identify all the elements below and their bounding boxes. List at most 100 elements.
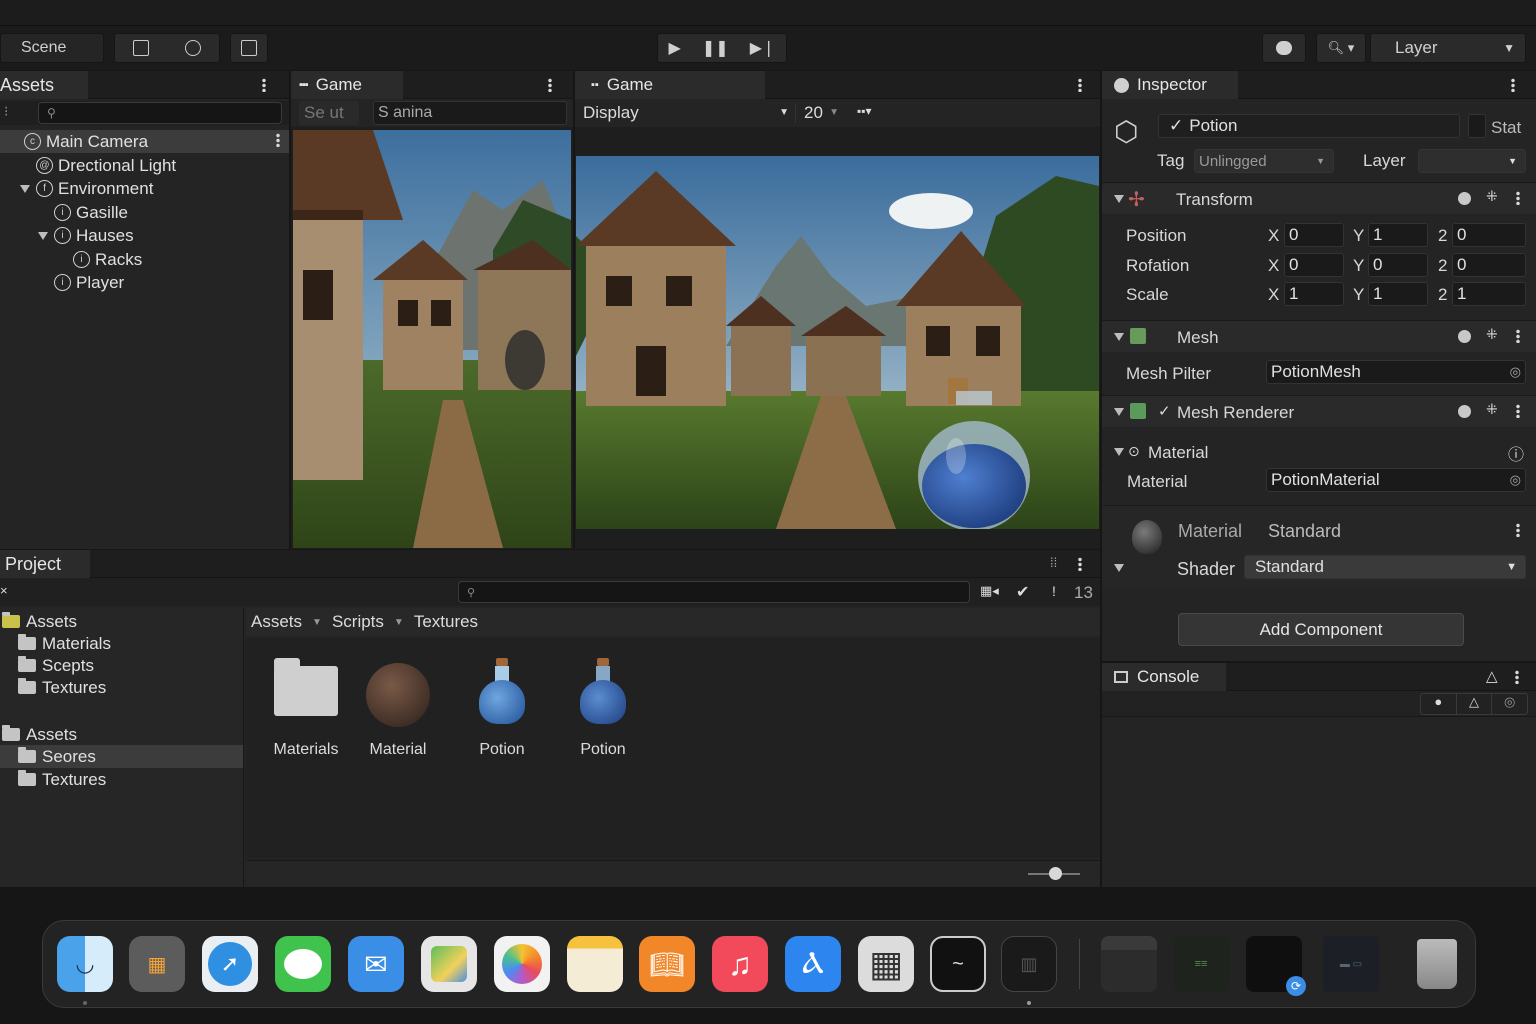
scale-x-field[interactable]: 1 — [1284, 282, 1344, 306]
asset-item[interactable]: Potion — [462, 658, 542, 759]
help-icon[interactable] — [1458, 405, 1471, 418]
stats-icon[interactable]: ▪▪▾ — [857, 104, 872, 118]
tree-scepts[interactable]: Scepts — [18, 654, 94, 677]
more-icon[interactable] — [1515, 670, 1519, 684]
app-store-icon[interactable]: Ⲁ — [785, 936, 841, 992]
expand-arrow-icon[interactable] — [20, 184, 30, 193]
hierarchy-item-gasille[interactable]: i Gasille — [54, 201, 128, 224]
tree-seores[interactable]: Seores — [0, 745, 243, 768]
finder-icon[interactable]: ◡ — [57, 936, 113, 992]
tab-project[interactable]: Project — [0, 550, 90, 578]
help-icon[interactable] — [1458, 330, 1471, 343]
collapse-arrow-icon[interactable] — [1114, 564, 1124, 572]
scale-dropdown[interactable]: 20 ▼ — [795, 103, 839, 123]
more-icon[interactable] — [1516, 329, 1520, 343]
add-asset-icon[interactable]: × — [0, 583, 8, 598]
tag-dropdown[interactable]: Unlingged ▼ — [1194, 149, 1334, 173]
hierarchy-item-environment[interactable]: f Environment — [20, 177, 153, 200]
bell-icon[interactable]: △ — [1486, 667, 1498, 685]
help-icon[interactable] — [1458, 192, 1471, 205]
position-x-field[interactable]: 0 — [1284, 223, 1344, 247]
window-thumb-icon[interactable] — [1101, 936, 1157, 992]
asset-item[interactable]: Potion — [563, 658, 643, 759]
mesh-renderer-header[interactable]: ✓ Mesh Renderer ⁜ — [1102, 395, 1536, 427]
warning-filter-icon[interactable]: △ — [1457, 694, 1493, 714]
aspect-field[interactable]: S anina — [373, 101, 567, 125]
hierarchy-search-input[interactable]: ⚲ — [38, 102, 282, 124]
add-icon[interactable]: ⁝ — [4, 103, 8, 120]
more-icon[interactable] — [1078, 557, 1082, 571]
filter-type-icon[interactable]: ▦◂ — [980, 583, 999, 599]
project-search-input[interactable]: ⚲ — [458, 581, 970, 603]
collapse-arrow-icon[interactable] — [1114, 448, 1124, 456]
rotation-z-field[interactable]: 0 — [1452, 253, 1526, 277]
hierarchy-item-player[interactable]: i Player — [54, 271, 124, 294]
preset-icon[interactable]: ⁜ — [1486, 401, 1498, 418]
game-render-main[interactable] — [576, 156, 1099, 529]
tab-game-small[interactable]: ▪▪▪ Game — [291, 71, 403, 99]
error-filter-icon[interactable]: ◎ — [1492, 694, 1527, 714]
mail-icon[interactable]: ✉ — [348, 936, 404, 992]
wave-tool-icon[interactable] — [185, 40, 201, 56]
active-checkbox-icon[interactable]: ✓ — [1169, 116, 1183, 136]
more-icon[interactable] — [262, 78, 266, 92]
drag-handle-icon[interactable]: ⁞⁞ — [1050, 555, 1057, 570]
maps-icon[interactable] — [421, 936, 477, 992]
screen-thumb-icon[interactable]: ▬ ▭ — [1323, 936, 1379, 992]
hidden-packages-icon[interactable]: ! — [1052, 583, 1056, 599]
more-icon[interactable] — [1516, 404, 1520, 418]
tree-materials[interactable]: Materials — [18, 632, 111, 655]
tab-console[interactable]: Console — [1102, 663, 1226, 691]
play-icon[interactable]: ▶ — [669, 38, 681, 58]
step-icon[interactable]: ▶❘ — [750, 38, 776, 58]
asset-item[interactable]: Material — [358, 658, 438, 759]
books-icon[interactable]: 📖︎ — [639, 936, 695, 992]
scale-z-field[interactable]: 1 — [1452, 282, 1526, 306]
trash-icon[interactable] — [1409, 936, 1465, 992]
breadcrumb-scripts[interactable]: Scripts — [332, 612, 384, 632]
filter-label-icon[interactable]: ✔ — [1016, 582, 1029, 602]
position-z-field[interactable]: 0 — [1452, 223, 1526, 247]
finder-thumb-icon[interactable]: ⟳ — [1246, 936, 1306, 996]
object-name-field[interactable]: ✓ Potion — [1158, 114, 1460, 138]
layer-dropdown[interactable]: Layer ▼ — [1370, 33, 1526, 63]
hierarchy-item-main-camera[interactable]: c Main Camera — [0, 130, 289, 153]
tree-textures[interactable]: Textures — [18, 676, 106, 699]
add-component-button[interactable]: Add Component — [1178, 613, 1464, 646]
calculator-icon[interactable]: ▦ — [858, 936, 914, 992]
editor-icon[interactable]: ▥ — [1001, 936, 1057, 992]
frame-tool-button[interactable] — [230, 33, 268, 63]
display-dropdown[interactable]: Display ▼ — [583, 103, 789, 123]
hierarchy-item-hauses[interactable]: i Hauses — [38, 224, 134, 247]
layer-select[interactable]: ▼ — [1418, 149, 1526, 173]
asset-item[interactable]: Materials — [266, 658, 346, 759]
collapse-arrow-icon[interactable] — [1114, 408, 1124, 416]
rotation-x-field[interactable]: 0 — [1284, 253, 1344, 277]
target-icon[interactable]: ◎ — [1510, 364, 1521, 380]
transform-header[interactable]: ✢ Transform ⁜ — [1102, 182, 1536, 214]
expand-arrow-icon[interactable] — [38, 231, 48, 240]
more-icon[interactable] — [1516, 523, 1520, 537]
mesh-filter-field[interactable]: PotionMesh ◎ — [1266, 360, 1526, 384]
terminal-thumb-icon[interactable]: ≡≡ — [1173, 936, 1229, 992]
rotation-y-field[interactable]: 0 — [1368, 253, 1428, 277]
game-render-small[interactable] — [293, 130, 571, 548]
scale-y-field[interactable]: 1 — [1368, 282, 1428, 306]
tree-assets-root[interactable]: Assets — [2, 610, 77, 633]
collab-button[interactable] — [1262, 33, 1306, 63]
safari-icon[interactable]: ➚ — [202, 936, 258, 992]
resolution-field[interactable]: Se ut — [299, 101, 359, 125]
notes-icon[interactable] — [567, 936, 623, 992]
preset-icon[interactable]: ⁜ — [1486, 188, 1498, 205]
hierarchy-item-racks[interactable]: i Racks — [73, 248, 142, 271]
more-icon[interactable] — [1078, 78, 1082, 92]
hierarchy-item-light[interactable]: @ Drectional Light — [36, 154, 176, 177]
more-icon[interactable] — [548, 78, 552, 92]
photos-icon[interactable] — [494, 936, 550, 992]
target-icon[interactable]: ◎ — [1510, 472, 1521, 488]
launchpad-icon[interactable]: ▦ — [129, 936, 185, 992]
info-filter-icon[interactable]: ● — [1421, 694, 1457, 714]
music-icon[interactable]: ♫ — [712, 936, 768, 992]
messages-icon[interactable] — [275, 936, 331, 992]
scene-button[interactable]: Scene — [0, 33, 104, 63]
